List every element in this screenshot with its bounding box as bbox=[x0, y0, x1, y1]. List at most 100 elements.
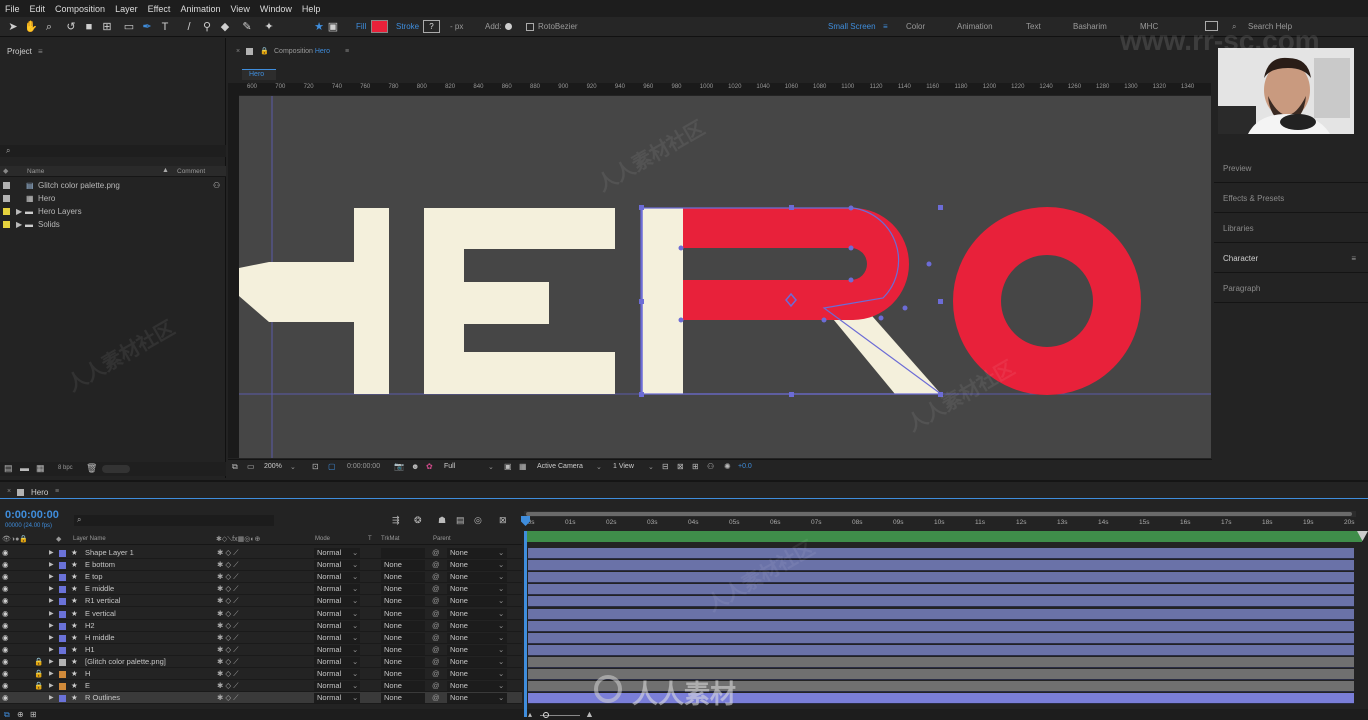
eye-icon[interactable]: ◉ bbox=[2, 595, 9, 607]
layer-row[interactable]: ◉ ▶ ★ R Outlines ✱ ◇ ⟋ Normal ⌄ None @ None ⌄ bbox=[0, 692, 522, 705]
roto-brush-tool-icon[interactable]: ✎ bbox=[240, 20, 254, 34]
label-color-swatch[interactable] bbox=[59, 586, 66, 594]
new-composition-icon[interactable]: ▦ bbox=[36, 463, 45, 474]
switches-icons[interactable]: ✱ ◇ ⟋ bbox=[217, 668, 238, 680]
project-menu-icon[interactable]: ≡ bbox=[38, 47, 43, 56]
mask-visibility-icon[interactable]: ▢ bbox=[328, 462, 336, 471]
layer-row[interactable]: ◉ 🔒 ▶ ★ E ✱ ◇ ⟋ Normal ⌄ None @ None ⌄ bbox=[0, 680, 522, 693]
layer-name[interactable]: H middle bbox=[85, 632, 115, 644]
switches-icons[interactable]: ✱ ◇ ⟋ bbox=[217, 656, 238, 668]
trkmat-dropdown[interactable]: None bbox=[381, 608, 425, 619]
project-item[interactable]: ▤ Glitch color palette.png ⚇ bbox=[0, 179, 226, 192]
label-color-swatch[interactable] bbox=[59, 622, 66, 630]
label-color-swatch[interactable] bbox=[59, 695, 66, 703]
layer-duration-bar[interactable] bbox=[528, 596, 1354, 608]
interpret-footage-icon[interactable]: ▤ bbox=[4, 463, 13, 474]
close-panel-icon[interactable]: × bbox=[7, 488, 11, 495]
motion-blur-icon[interactable]: ◎ bbox=[474, 515, 482, 526]
layer-row[interactable]: ◉ ▶ ★ H2 ✱ ◇ ⟋ Normal ⌄ None @ None ⌄ bbox=[0, 620, 522, 632]
ruler-horizontal[interactable]: 600 700 720 740 760 780 800 820 840 860 880 900 920 9… bbox=[239, 83, 1211, 95]
search-help-input[interactable]: Search Help bbox=[1248, 22, 1292, 31]
selection-tool-icon[interactable]: ➤ bbox=[6, 20, 20, 34]
draft-3d-icon[interactable]: ❂ bbox=[414, 515, 422, 526]
project-item[interactable]: ▶ ▬ Solids bbox=[0, 218, 226, 231]
menu-file[interactable]: File bbox=[0, 4, 25, 14]
project-item[interactable]: ▶ ▬ Hero Layers bbox=[0, 205, 226, 218]
clone-stamp-tool-icon[interactable]: ⚲ bbox=[200, 20, 214, 34]
expand-arrow-icon[interactable]: ▶ bbox=[16, 218, 22, 231]
pick-whip-icon[interactable]: @ bbox=[432, 571, 440, 583]
layer-name[interactable]: H2 bbox=[85, 620, 95, 632]
pick-whip-icon[interactable]: @ bbox=[432, 668, 440, 680]
expand-arrow-icon[interactable]: ▶ bbox=[49, 656, 54, 668]
snap-icon[interactable]: ▣ bbox=[326, 20, 340, 34]
pick-whip-icon[interactable]: @ bbox=[432, 583, 440, 595]
stroke-width[interactable]: - px bbox=[450, 22, 463, 31]
workspace-small-screen[interactable]: Small Screen bbox=[828, 22, 876, 31]
expand-arrow-icon[interactable]: ▶ bbox=[49, 571, 54, 583]
ruler-vertical[interactable] bbox=[228, 83, 239, 458]
column-mode[interactable]: Mode bbox=[315, 536, 330, 542]
trkmat-dropdown[interactable]: None bbox=[381, 620, 425, 631]
eye-icon[interactable]: ◉ bbox=[2, 583, 9, 595]
add-icon[interactable] bbox=[505, 23, 512, 30]
layer-row[interactable]: ◉ ▶ ★ E vertical ✱ ◇ ⟋ Normal ⌄ None @ None ⌄ bbox=[0, 608, 522, 620]
label-color-swatch[interactable] bbox=[59, 610, 66, 618]
menu-window[interactable]: Window bbox=[255, 4, 297, 14]
flowchart-icon[interactable]: ⚇ bbox=[213, 179, 220, 192]
viewer-tab-label[interactable]: Composition Hero bbox=[274, 48, 330, 55]
rotobezier-checkbox[interactable] bbox=[526, 23, 534, 31]
comp-mini-flowchart-icon[interactable]: ⇶ bbox=[392, 515, 400, 526]
lock-icon[interactable]: 🔒 bbox=[34, 668, 43, 680]
pick-whip-icon[interactable]: @ bbox=[432, 559, 440, 571]
composition-canvas[interactable] bbox=[239, 96, 1211, 458]
monitor-icon[interactable] bbox=[1205, 21, 1218, 31]
layer-name[interactable]: [Glitch color palette.png] bbox=[85, 656, 166, 668]
layer-name[interactable]: E middle bbox=[85, 583, 114, 595]
layer-duration-bar[interactable] bbox=[528, 584, 1354, 596]
switches-icons[interactable]: ✱ ◇ ⟋ bbox=[217, 608, 238, 620]
pick-whip-icon[interactable]: @ bbox=[432, 632, 440, 644]
layer-row[interactable]: ◉ ▶ ★ E bottom ✱ ◇ ⟋ Normal ⌄ None @ None ⌄ bbox=[0, 559, 522, 572]
layer-row[interactable]: ◉ 🔒 ▶ ★ [Glitch color palette.png] ✱ ◇ ⟋ Norma… bbox=[0, 656, 522, 668]
pick-whip-icon[interactable]: @ bbox=[432, 547, 440, 559]
layer-duration-bar[interactable] bbox=[528, 656, 1354, 668]
zoom-dropdown[interactable]: 200% bbox=[264, 463, 282, 470]
puppet-tool-icon[interactable]: ✦ bbox=[262, 20, 276, 34]
switches-icons[interactable]: ✱ ◇ ⟋ bbox=[217, 644, 238, 656]
switches-icons[interactable]: ✱ ◇ ⟋ bbox=[217, 571, 238, 583]
trash-icon[interactable]: 🗑 bbox=[86, 463, 97, 474]
layer-row[interactable]: ◉ ▶ ★ H middle ✱ ◇ ⟋ Normal ⌄ None @ None ⌄ bbox=[0, 632, 522, 644]
eraser-tool-icon[interactable]: ◆ bbox=[218, 20, 232, 34]
panel-menu-icon[interactable]: ≡ bbox=[1351, 254, 1356, 263]
menu-view[interactable]: View bbox=[225, 4, 254, 14]
layer-name[interactable]: R Outlines bbox=[85, 692, 120, 704]
zoom-out-icon[interactable]: ▴ bbox=[528, 710, 532, 719]
column-comment[interactable]: Comment bbox=[177, 168, 205, 175]
pick-whip-icon[interactable]: @ bbox=[432, 595, 440, 607]
frame-blending-icon[interactable]: ▤ bbox=[456, 515, 465, 526]
trkmat-dropdown[interactable]: None bbox=[381, 656, 425, 667]
switches-icons[interactable]: ✱ ◇ ⟋ bbox=[217, 632, 238, 644]
project-item[interactable]: ▦ Hero bbox=[0, 192, 226, 205]
rectangle-tool-icon[interactable]: ▭ bbox=[122, 20, 136, 34]
layer-duration-bar[interactable] bbox=[528, 620, 1354, 632]
search-icon[interactable]: ⌕ bbox=[1232, 22, 1236, 32]
expand-arrow-icon[interactable]: ▶ bbox=[49, 608, 54, 620]
eye-icon[interactable]: ◉ bbox=[2, 656, 9, 668]
label-color-swatch[interactable] bbox=[59, 550, 66, 557]
pick-whip-icon[interactable]: @ bbox=[432, 680, 440, 692]
panel-preview[interactable]: Preview bbox=[1214, 154, 1368, 183]
region-of-interest-icon[interactable]: ▣ bbox=[504, 462, 512, 471]
brush-tool-icon[interactable]: / bbox=[182, 20, 196, 34]
grid-icon[interactable]: ⊡ bbox=[312, 462, 319, 471]
trkmat-dropdown[interactable]: None bbox=[381, 584, 425, 595]
label-color-swatch[interactable] bbox=[59, 671, 66, 678]
workspace-menu-icon[interactable]: ≡ bbox=[883, 22, 888, 31]
layer-row[interactable]: ◉ ▶ ★ E middle ✱ ◇ ⟋ Normal ⌄ None @ None ⌄ bbox=[0, 583, 522, 596]
switches-icons[interactable]: ✱ ◇ ⟋ bbox=[217, 559, 238, 571]
layer-name[interactable]: E vertical bbox=[85, 608, 116, 620]
layer-name[interactable]: H bbox=[85, 668, 90, 680]
zoom-tool-icon[interactable]: ⌕ bbox=[42, 20, 56, 34]
layer-search-input[interactable]: ⌕ bbox=[74, 515, 274, 526]
